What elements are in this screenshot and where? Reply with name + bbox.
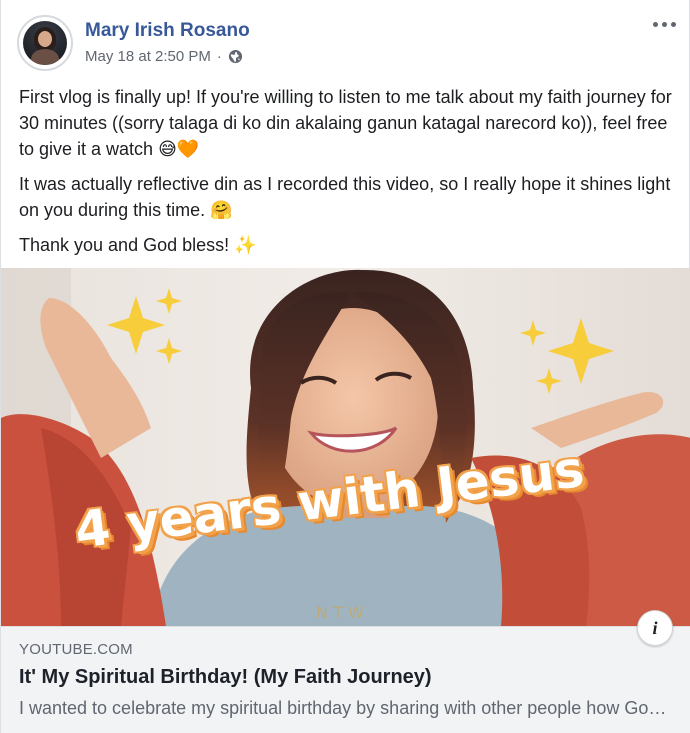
avatar-photo — [23, 21, 67, 65]
facebook-post: Mary Irish Rosano May 18 at 2:50 PM · Fi… — [0, 0, 690, 733]
post-body: First vlog is finally up! If you're will… — [19, 84, 674, 267]
link-title[interactable]: It' My Spiritual Birthday! (My Faith Jou… — [19, 666, 432, 689]
link-preview-footer[interactable]: YOUTUBE.COM It' My Spiritual Birthday! (… — [1, 626, 690, 733]
post-paragraph-3: Thank you and God bless! ✨ — [19, 232, 674, 259]
post-header: Mary Irish Rosano May 18 at 2:50 PM · — [1, 0, 690, 76]
svg-text:N T W: N T W — [316, 603, 364, 622]
author-name[interactable]: Mary Irish Rosano — [85, 20, 250, 42]
timestamp[interactable]: May 18 at 2:50 PM — [85, 48, 211, 65]
sparkles-emoji: ✨ — [234, 235, 257, 256]
link-domain: YOUTUBE.COM — [19, 641, 133, 658]
link-description: I wanted to celebrate my spiritual birth… — [19, 698, 674, 718]
post-paragraph-1: First vlog is finally up! If you're will… — [19, 84, 674, 163]
post-paragraph-2: It was actually reflective din as I reco… — [19, 171, 674, 224]
avatar[interactable] — [17, 15, 73, 71]
meta-separator: · — [216, 48, 222, 65]
globe-icon[interactable] — [228, 49, 243, 64]
hugging-face-emoji: 🤗 — [210, 200, 233, 221]
post-meta: May 18 at 2:50 PM · — [85, 48, 243, 65]
sweat-smile-orange-heart-emoji: 😅🧡 — [158, 139, 200, 160]
info-icon[interactable]: i — [637, 610, 673, 646]
more-options-icon[interactable] — [651, 16, 677, 32]
